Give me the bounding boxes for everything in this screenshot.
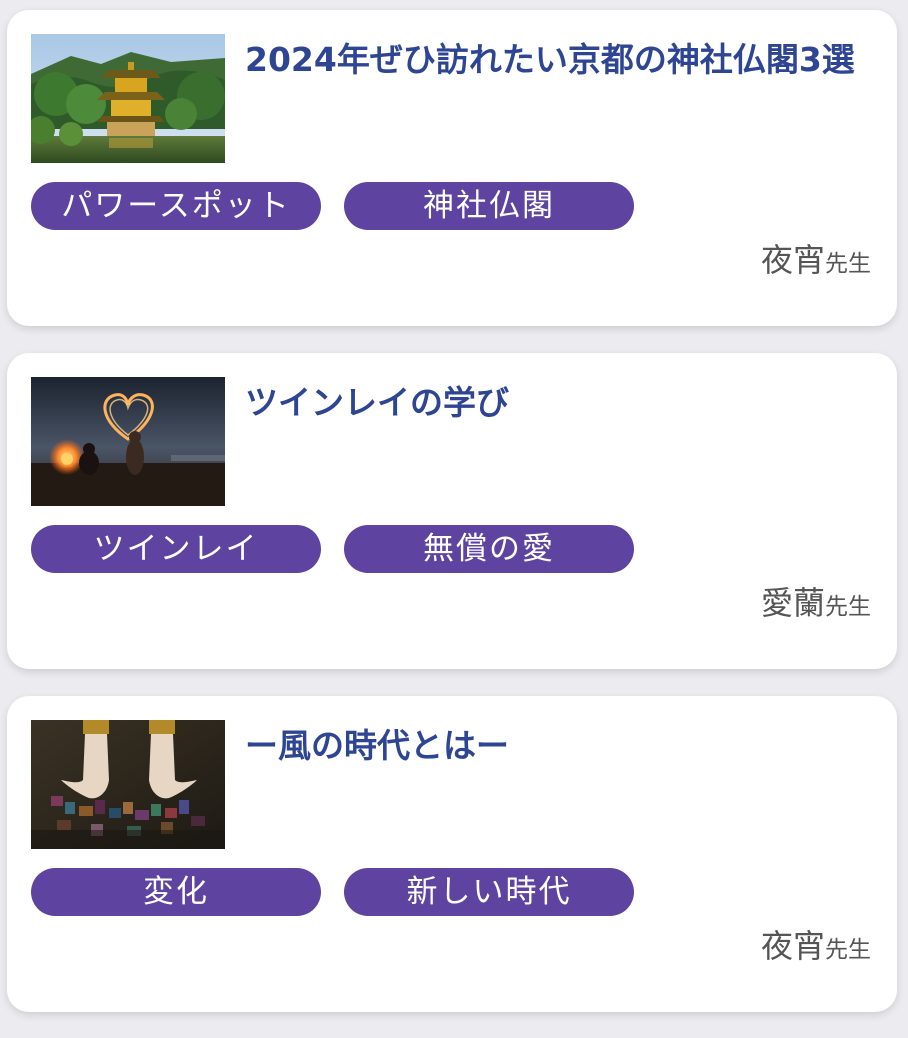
golden-pavilion-image[interactable] (31, 34, 225, 163)
author: 夜宵先生 (761, 238, 871, 286)
article-card[interactable]: ツインレイの学び ツインレイ 無償の愛 愛蘭先生 (7, 353, 897, 669)
tag-badge[interactable]: パワースポット (31, 182, 321, 230)
article-card[interactable]: ー風の時代とはー 変化 新しい時代 夜宵先生 (7, 696, 897, 1012)
author: 夜宵先生 (761, 924, 871, 972)
tag-badge[interactable]: 神社仏閣 (344, 182, 634, 230)
author-suffix: 先生 (825, 937, 871, 963)
author-name: 愛蘭 (760, 584, 825, 622)
author-name: 夜宵 (760, 241, 825, 279)
article-title[interactable]: ツインレイの学び (245, 381, 875, 425)
article-card[interactable]: 2024年ぜひ訪れたい京都の神社仏閣3選 パワースポット 神社仏閣 夜宵先生 (7, 10, 897, 326)
tag-badge[interactable]: 新しい時代 (344, 868, 634, 916)
author-name: 夜宵 (760, 927, 825, 965)
article-title[interactable]: ー風の時代とはー (245, 724, 875, 768)
author: 愛蘭先生 (761, 581, 871, 629)
light-heart-campfire-image[interactable] (31, 377, 225, 506)
hands-holding-image[interactable] (31, 720, 225, 849)
tag-badge[interactable]: 無償の愛 (344, 525, 634, 573)
article-title[interactable]: 2024年ぜひ訪れたい京都の神社仏閣3選 (245, 38, 875, 82)
tag-badge[interactable]: 変化 (31, 868, 321, 916)
author-suffix: 先生 (825, 251, 871, 277)
author-suffix: 先生 (825, 594, 871, 620)
tag-badge[interactable]: ツインレイ (31, 525, 321, 573)
article-feed: 2024年ぜひ訪れたい京都の神社仏閣3選 パワースポット 神社仏閣 夜宵先生 ツ… (0, 0, 908, 1038)
